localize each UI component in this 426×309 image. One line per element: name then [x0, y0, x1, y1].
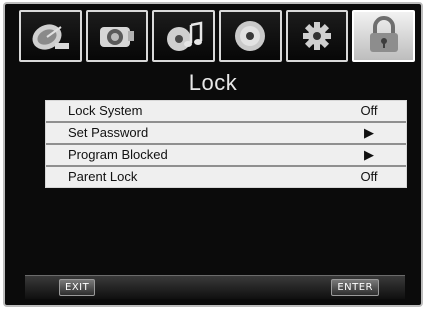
menu-tab-bar — [19, 10, 416, 66]
enter-key-hint[interactable]: ENTER — [331, 279, 379, 296]
tab-lock[interactable] — [352, 10, 416, 62]
arrow-right-icon: ▶ — [364, 147, 374, 162]
menu-item-lock-system[interactable]: Lock System Off — [46, 101, 406, 123]
tab-channel[interactable] — [19, 10, 82, 62]
tab-media[interactable] — [219, 10, 282, 62]
menu-item-parent-lock[interactable]: Parent Lock Off — [46, 167, 406, 187]
music-disc-icon — [166, 21, 202, 51]
menu-item-set-password[interactable]: Set Password ▶ — [46, 123, 406, 145]
tv-menu-frame: Lock Lock System Off Set Password ▶ Prog… — [3, 2, 423, 307]
satellite-dish-icon — [32, 24, 70, 50]
menu-item-label: Set Password — [68, 125, 149, 140]
menu-item-label: Parent Lock — [68, 169, 138, 184]
menu-item-program-blocked[interactable]: Program Blocked ▶ — [46, 145, 406, 167]
page-title: Lock — [188, 70, 238, 95]
lock-menu-list: Lock System Off Set Password ▶ Program B… — [45, 100, 407, 188]
gear-icon — [303, 22, 332, 50]
menu-item-label: Program Blocked — [68, 147, 168, 162]
arrow-right-icon: ▶ — [364, 125, 374, 140]
menu-item-label: Lock System — [68, 103, 143, 118]
camera-icon — [100, 27, 134, 47]
exit-key-hint[interactable]: EXIT — [59, 279, 96, 296]
menu-item-value: Off — [360, 169, 378, 184]
menu-item-value: Off — [360, 103, 378, 118]
disc-icon — [235, 21, 266, 51]
footer-hint-bar: EXIT ENTER — [25, 275, 405, 299]
padlock-icon — [369, 16, 398, 52]
tab-audio[interactable] — [152, 10, 216, 62]
tab-setup[interactable] — [285, 10, 349, 62]
tab-picture[interactable] — [85, 10, 149, 62]
